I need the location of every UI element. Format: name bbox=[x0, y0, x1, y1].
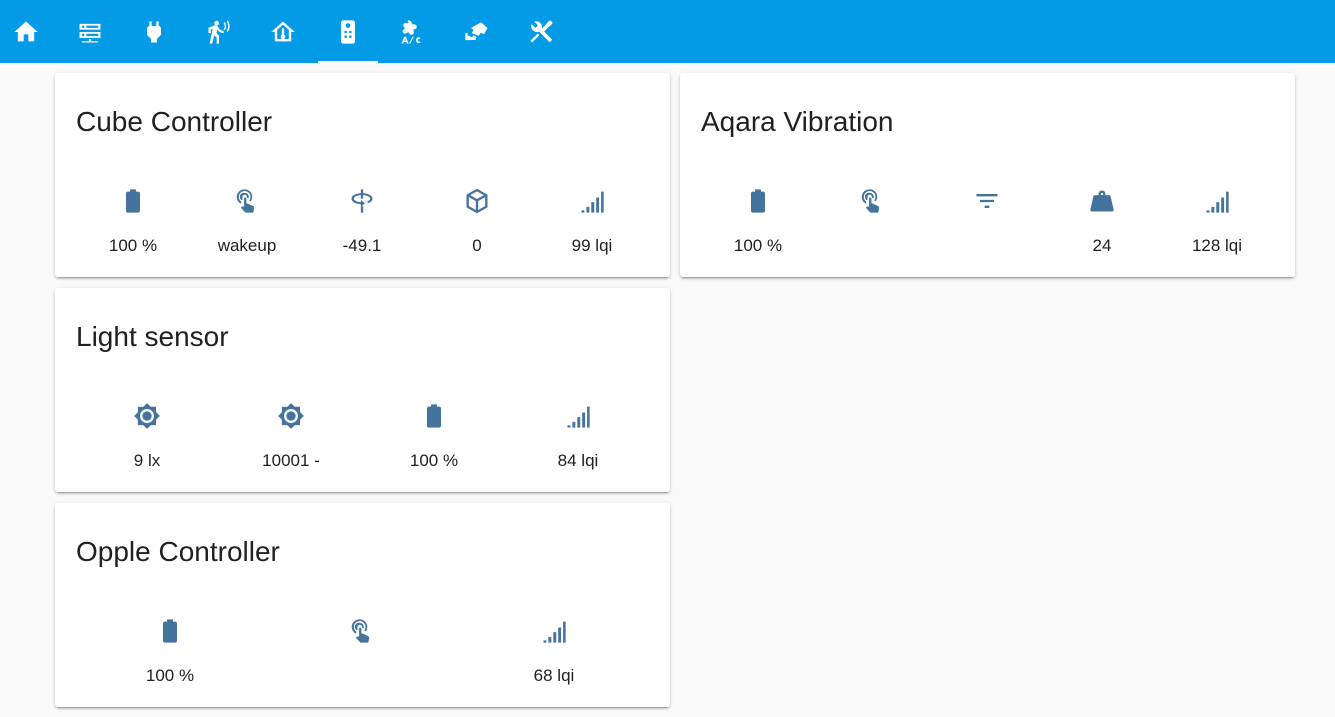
badge-linkquality[interactable]: 68 lqi bbox=[499, 617, 609, 697]
remote-icon bbox=[334, 18, 362, 46]
tab-climate[interactable] bbox=[253, 0, 313, 63]
tab-power[interactable] bbox=[124, 0, 184, 63]
battery-icon bbox=[744, 187, 772, 215]
signal-icon bbox=[1203, 187, 1231, 215]
tab-home[interactable] bbox=[0, 0, 56, 63]
badge-value: 84 lqi bbox=[557, 451, 599, 470]
badge-linkquality[interactable]: 99 lqi bbox=[537, 187, 647, 267]
badge-illuminance[interactable]: 10001 - bbox=[236, 402, 346, 482]
power-plug-icon bbox=[140, 18, 168, 46]
card-title: Opple Controller bbox=[76, 536, 280, 567]
badge-value: 100 % bbox=[733, 236, 783, 255]
badge-battery[interactable]: 100 % bbox=[78, 187, 188, 267]
badge-illuminance-lux[interactable]: 9 lx bbox=[92, 402, 202, 482]
badge-value: 99 lqi bbox=[571, 236, 613, 255]
air-conditioner-icon bbox=[398, 18, 426, 46]
card-opple-controller: Opple Controller 100 % 68 lqi bbox=[55, 503, 670, 707]
home-thermometer-icon bbox=[269, 18, 297, 46]
badge-angle[interactable]: -49.1 bbox=[307, 187, 417, 267]
badge-linkquality[interactable]: 84 lqi bbox=[523, 402, 633, 482]
tools-icon bbox=[527, 18, 555, 46]
badge-battery[interactable]: 100 % bbox=[379, 402, 489, 482]
badge-value: 9 lx bbox=[133, 451, 161, 470]
badge-action[interactable] bbox=[817, 187, 927, 267]
server-network-icon bbox=[76, 18, 104, 46]
badge-weight[interactable]: 24 bbox=[1047, 187, 1157, 267]
card-light-sensor: Light sensor 9 lx 10001 - 100 % 84 lqi bbox=[55, 288, 670, 492]
gesture-tap-icon bbox=[233, 187, 261, 215]
gesture-tap-icon bbox=[348, 617, 376, 645]
badge-battery[interactable]: 100 % bbox=[115, 617, 225, 697]
battery-icon bbox=[119, 187, 147, 215]
cube-outline-icon bbox=[463, 187, 491, 215]
badge-action[interactable]: wakeup bbox=[192, 187, 302, 267]
battery-icon bbox=[420, 402, 448, 430]
badge-value: 100 % bbox=[145, 666, 195, 685]
badge-side[interactable]: 0 bbox=[422, 187, 532, 267]
cctv-icon bbox=[463, 18, 491, 46]
badge-value: 10001 - bbox=[262, 451, 320, 470]
badge-value: -49.1 bbox=[342, 236, 382, 255]
badge-battery[interactable]: 100 % bbox=[703, 187, 813, 267]
signal-icon bbox=[578, 187, 606, 215]
card-title: Aqara Vibration bbox=[701, 106, 894, 137]
badge-value: wakeup bbox=[217, 236, 277, 255]
card-cube-controller: Cube Controller 100 % wakeup -49.1 0 99 … bbox=[55, 73, 670, 277]
badge-value: 24 bbox=[1092, 236, 1112, 255]
badge-value: 100 % bbox=[108, 236, 158, 255]
badge-value: 68 lqi bbox=[533, 666, 575, 685]
badge-action[interactable] bbox=[307, 617, 417, 697]
filter-variant-icon bbox=[973, 187, 1001, 215]
signal-icon bbox=[564, 402, 592, 430]
top-toolbar bbox=[0, 0, 1335, 63]
tab-cameras[interactable] bbox=[447, 0, 507, 63]
weight-icon bbox=[1088, 187, 1116, 215]
card-aqara-vibration: Aqara Vibration 100 % 24 128 lqi bbox=[680, 73, 1295, 277]
badge-strength[interactable] bbox=[932, 187, 1042, 267]
motion-sensor-icon bbox=[205, 18, 233, 46]
badge-value: 0 bbox=[472, 236, 482, 255]
battery-icon bbox=[156, 617, 184, 645]
badge-value: 100 % bbox=[409, 451, 459, 470]
signal-icon bbox=[540, 617, 568, 645]
brightness-icon bbox=[277, 402, 305, 430]
tab-tools[interactable] bbox=[511, 0, 571, 63]
gesture-tap-icon bbox=[858, 187, 886, 215]
rotate-3d-icon bbox=[348, 187, 376, 215]
card-title: Cube Controller bbox=[76, 106, 273, 137]
tab-motion[interactable] bbox=[189, 0, 249, 63]
badge-value: 128 lqi bbox=[1191, 236, 1243, 255]
card-title: Light sensor bbox=[76, 321, 229, 352]
tab-remotes[interactable] bbox=[318, 0, 378, 63]
badge-linkquality[interactable]: 128 lqi bbox=[1162, 187, 1272, 267]
home-icon bbox=[12, 18, 40, 46]
tab-air-conditioning[interactable] bbox=[382, 0, 442, 63]
brightness-icon bbox=[133, 402, 161, 430]
tab-network[interactable] bbox=[60, 0, 120, 63]
